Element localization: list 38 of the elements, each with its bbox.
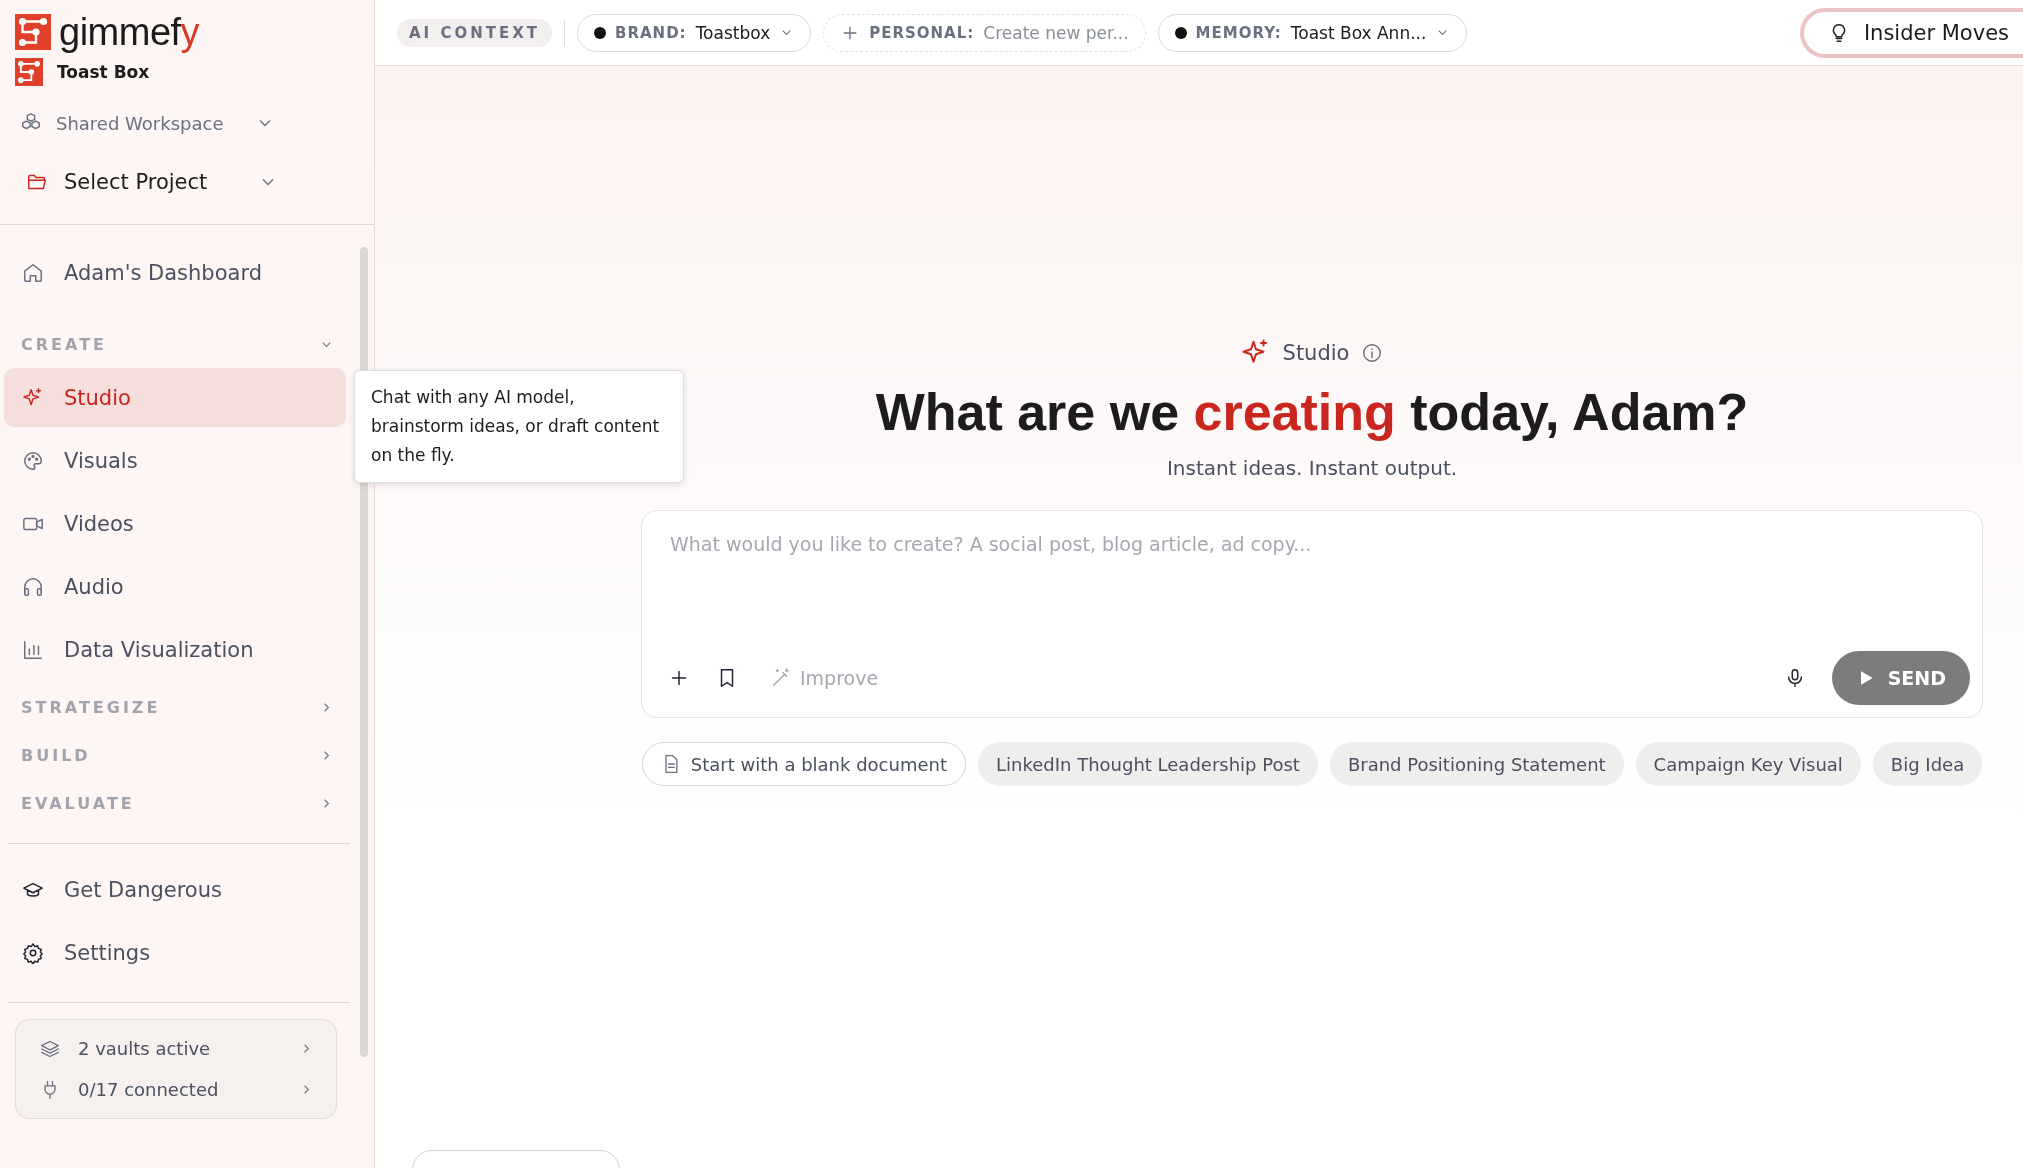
nav-item[interactable]: Get Dangerous xyxy=(4,860,346,919)
context-label: AI CONTEXT xyxy=(397,18,552,47)
settings-icon xyxy=(22,941,44,964)
insider-moves-button[interactable]: Insider Moves xyxy=(1799,7,2023,58)
suggestion-chip[interactable]: Brand Positioning Statement xyxy=(1329,742,1624,786)
nav-item[interactable]: Data Visualization xyxy=(4,620,346,679)
layers-icon xyxy=(40,1038,60,1059)
brand-name: Toast Box xyxy=(57,62,150,82)
send-button[interactable]: SEND xyxy=(1831,651,1970,705)
status-row[interactable]: 0/17 connected xyxy=(16,1069,336,1110)
nav-item[interactable]: Settings xyxy=(4,923,346,982)
suggestion-chip[interactable]: Start with a blank document xyxy=(641,742,966,786)
heading: What are we creating today, Adam? xyxy=(875,382,1749,442)
headphones-icon xyxy=(22,575,44,598)
info-icon[interactable] xyxy=(1361,342,1384,364)
status-row[interactable]: 2 vaults active xyxy=(16,1028,336,1069)
palette-icon xyxy=(22,449,44,472)
logo-icon xyxy=(15,14,51,50)
workspace-selector[interactable]: Shared Workspace xyxy=(20,108,275,138)
suggestion-chip[interactable]: LinkedIn Thought Leadership Post xyxy=(978,742,1318,786)
project-selector[interactable]: Select Project xyxy=(26,166,278,198)
studio-label: Studio xyxy=(1282,341,1350,365)
prompt-field[interactable]: What would you like to create? A social post, blog article, ad copy... Improve SEND xyxy=(641,510,1983,718)
nav-item[interactable]: Studio xyxy=(4,368,346,427)
dot-icon xyxy=(1174,26,1187,39)
logo-icon xyxy=(15,58,43,86)
nav-item[interactable]: Visuals xyxy=(4,431,346,490)
dot-icon xyxy=(594,26,606,39)
tooltip: Chat with any AI model, brainstorm ideas, or draft content on the fly. xyxy=(354,370,684,483)
home-icon xyxy=(22,261,44,284)
bar-chart-icon xyxy=(22,638,44,661)
nav-item[interactable]: Audio xyxy=(4,557,346,616)
subtitle: Instant ideas. Instant output. xyxy=(1166,456,1458,480)
magic-wand-icon xyxy=(770,667,792,689)
suggestion-chip[interactable]: Big Idea xyxy=(1872,742,1983,786)
nav-item[interactable]: Adam's Dashboard xyxy=(4,243,346,302)
suggestion-chip[interactable]: Campaign Key Visual xyxy=(1635,742,1861,786)
nav-item[interactable]: Videos xyxy=(4,494,346,553)
